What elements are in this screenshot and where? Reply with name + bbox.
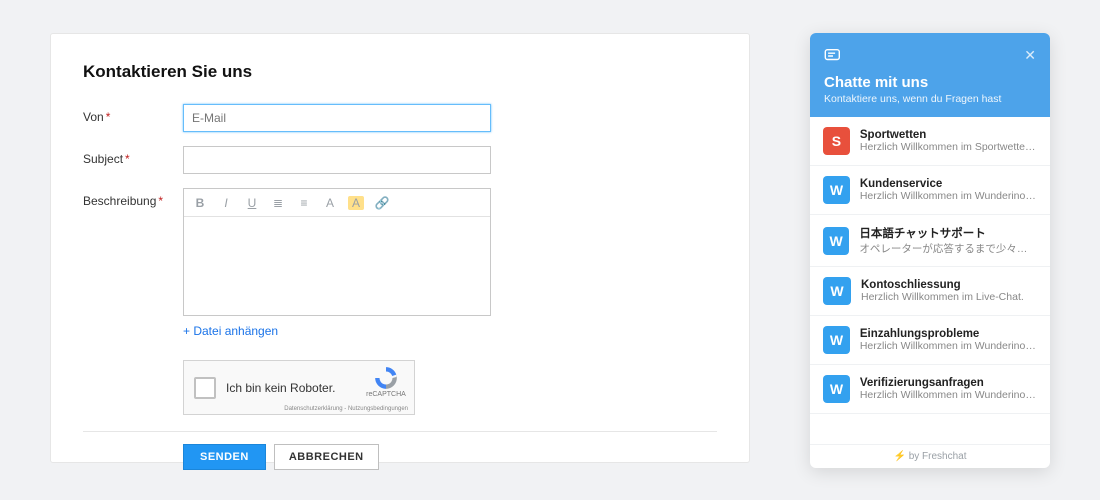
chat-channel-item[interactable]: W KontoschliessungHerzlich Willkommen im … (810, 267, 1050, 316)
chat-item-preview: Herzlich Willkommen im Wunderino L… (860, 389, 1037, 401)
chat-item-texts: SportwettenHerzlich Willkommen im Sportw… (860, 129, 1037, 153)
submit-button[interactable]: SENDEN (183, 444, 266, 470)
chat-item-preview: オペレーターが応答するまで少々お待… (859, 241, 1037, 256)
description-field[interactable] (184, 217, 490, 315)
attach-file-link[interactable]: + Datei anhängen (183, 324, 491, 338)
chat-footer: ⚡ by Freshchat (810, 444, 1050, 468)
toolbar-italic-button[interactable]: I (218, 196, 234, 210)
chat-channel-item[interactable]: W EinzahlungsproblemeHerzlich Willkommen … (810, 316, 1050, 365)
chat-item-title: Verifizierungsanfragen (860, 377, 1037, 389)
chat-item-title: 日本語チャットサポート (859, 225, 1037, 241)
chat-item-texts: KontoschliessungHerzlich Willkommen im L… (861, 279, 1024, 303)
chat-channel-item[interactable]: W VerifizierungsanfragenHerzlich Willkomm… (810, 365, 1050, 414)
toolbar-bold-button[interactable]: B (192, 196, 208, 210)
label-description: Beschreibung* (83, 188, 183, 208)
row-subject: Subject* (83, 146, 717, 174)
bolt-icon: ⚡ (893, 451, 905, 462)
toolbar-ol-button[interactable]: ≡ (296, 196, 312, 210)
avatar: S (823, 127, 850, 155)
chat-item-title: Sportwetten (860, 129, 1037, 141)
toolbar-ul-button[interactable]: ≣ (270, 196, 286, 210)
toolbar-font-button[interactable]: A (322, 196, 338, 210)
chat-channel-item[interactable]: W KundenserviceHerzlich Willkommen im Wun… (810, 166, 1050, 215)
recaptcha-badge: reCAPTCHA (364, 365, 408, 398)
chat-header: ✕ Chatte mit uns Kontaktiere uns, wenn d… (810, 33, 1050, 117)
label-subject: Subject* (83, 146, 183, 166)
subject-field[interactable] (183, 146, 491, 174)
chat-item-texts: VerifizierungsanfragenHerzlich Willkomme… (860, 377, 1037, 401)
avatar: W (823, 375, 850, 403)
chat-item-preview: Herzlich Willkommen im Sportwetten … (860, 141, 1037, 153)
recaptcha-widget: Ich bin kein Roboter. reCAPTCHA Datensch… (183, 360, 415, 415)
chat-close-button[interactable]: ✕ (1024, 47, 1036, 64)
contact-form-card: Kontaktieren Sie uns Von* Subject* Besch… (50, 33, 750, 463)
avatar: W (823, 277, 851, 305)
editor-toolbar: B I U ≣ ≡ A A 🔗 (184, 189, 490, 217)
chat-item-preview: Herzlich Willkommen im Wunderino L… (860, 340, 1037, 352)
button-row: SENDEN ABBRECHEN (183, 444, 717, 470)
chat-item-texts: 日本語チャットサポートオペレーターが応答するまで少々お待… (859, 225, 1037, 256)
toolbar-underline-button[interactable]: U (244, 196, 260, 210)
chat-item-title: Kundenservice (860, 178, 1037, 190)
recaptcha-checkbox[interactable] (194, 377, 216, 399)
chat-item-title: Einzahlungsprobleme (860, 328, 1037, 340)
chat-item-title: Kontoschliessung (861, 279, 1024, 291)
chat-subtitle: Kontaktiere uns, wenn du Fragen hast (824, 93, 1036, 105)
row-from: Von* (83, 104, 717, 132)
chat-bubble-icon (824, 49, 842, 63)
label-from: Von* (83, 104, 183, 124)
avatar: W (823, 176, 850, 204)
form-title: Kontaktieren Sie uns (83, 62, 717, 82)
chat-channel-item[interactable]: S SportwettenHerzlich Willkommen im Sport… (810, 117, 1050, 166)
email-field[interactable] (183, 104, 491, 132)
avatar: W (823, 227, 849, 255)
divider (83, 431, 717, 432)
row-description: Beschreibung* B I U ≣ ≡ A A 🔗 + Datei an… (83, 188, 717, 338)
toolbar-link-button[interactable]: 🔗 (374, 196, 390, 210)
chat-widget: ✕ Chatte mit uns Kontaktiere uns, wenn d… (810, 33, 1050, 468)
chat-channel-item[interactable]: W 日本語チャットサポートオペレーターが応答するまで少々お待… (810, 215, 1050, 267)
recaptcha-links[interactable]: Datenschutzerklärung - Nutzungsbedingung… (284, 406, 408, 412)
chat-item-preview: Herzlich Willkommen im Live-Chat. (861, 291, 1024, 303)
cancel-button[interactable]: ABBRECHEN (274, 444, 379, 470)
chat-item-texts: KundenserviceHerzlich Willkommen im Wund… (860, 178, 1037, 202)
rich-text-editor: B I U ≣ ≡ A A 🔗 (183, 188, 491, 316)
chat-item-texts: EinzahlungsproblemeHerzlich Willkommen i… (860, 328, 1037, 352)
recaptcha-label: Ich bin kein Roboter. (226, 381, 335, 395)
recaptcha-icon (373, 365, 399, 391)
avatar: W (823, 326, 850, 354)
chat-title: Chatte mit uns (824, 74, 1036, 91)
chat-item-preview: Herzlich Willkommen im Wunderino L… (860, 190, 1037, 202)
toolbar-textcolor-button[interactable]: A (348, 196, 364, 210)
chat-channel-list: S SportwettenHerzlich Willkommen im Sport… (810, 117, 1050, 444)
